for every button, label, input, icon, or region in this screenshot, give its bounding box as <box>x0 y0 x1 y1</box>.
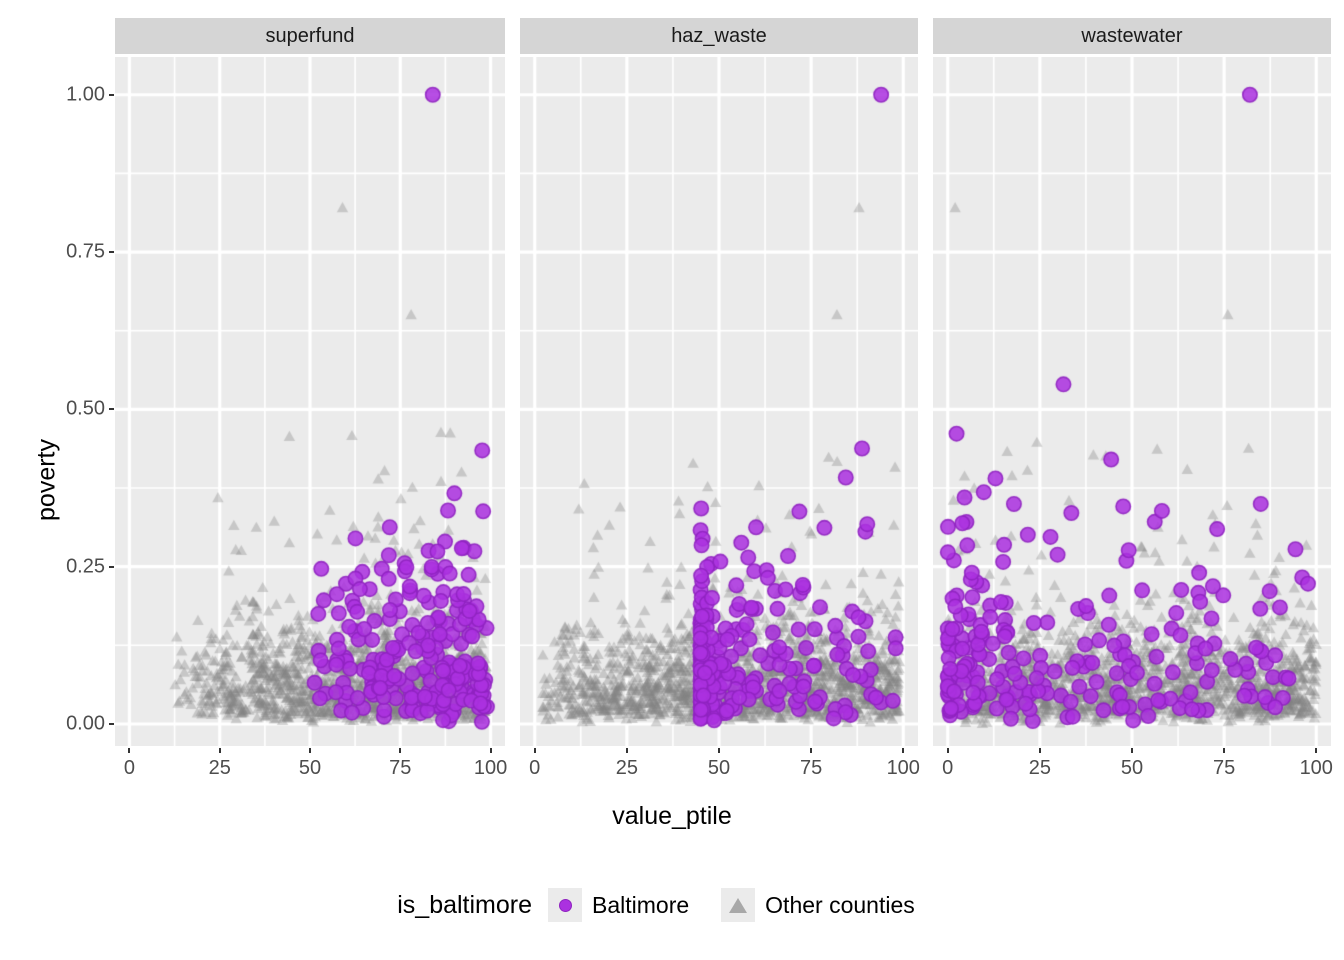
x-axis-tick-mark <box>309 748 311 753</box>
facet-panel-haz-waste <box>520 57 918 746</box>
y-axis-tick-label: 0.00 <box>66 712 105 735</box>
legend-label-other-counties: Other counties <box>765 891 915 918</box>
legend: is_baltimore Baltimore Other counties <box>0 888 1344 922</box>
x-axis-tick-mark <box>1038 748 1041 753</box>
x-axis-tick-mark <box>218 748 221 753</box>
scatter-points-canvas <box>933 57 1331 746</box>
x-axis-tick-label: 100 <box>1299 757 1333 779</box>
facet-strip-label: haz_waste <box>671 24 767 47</box>
y-axis-tick-mark <box>109 251 114 254</box>
x-axis-tick-mark <box>399 748 402 753</box>
legend-label-baltimore: Baltimore <box>592 891 690 918</box>
y-axis-tick-label: 0.50 <box>66 397 105 420</box>
legend-item-other-counties[interactable]: Other counties <box>721 888 939 922</box>
facet-strip-label: wastewater <box>1081 24 1183 47</box>
x-axis-tick-mark <box>625 748 628 753</box>
legend-title: is_baltimore <box>397 890 533 919</box>
y-axis-tick-mark <box>109 408 114 411</box>
x-axis-tick-label: 100 <box>473 757 508 779</box>
x-axis-tick-label: 0 <box>123 757 135 779</box>
y-axis-tick-mark <box>109 93 114 96</box>
x-axis-tick-mark <box>1315 748 1318 753</box>
x-axis-tick-label: 0 <box>529 757 541 779</box>
x-axis-tick-label: 75 <box>1213 757 1236 779</box>
x-axis-tick-label: 50 <box>1120 757 1144 779</box>
scatter-points-canvas <box>115 57 505 746</box>
facet-strip-haz-waste: haz_waste <box>520 18 918 54</box>
x-axis-tick-label: 50 <box>298 757 322 779</box>
y-axis-tick-mark <box>109 722 114 725</box>
x-axis-tick-mark <box>810 748 813 753</box>
triangle-icon <box>729 897 748 913</box>
x-axis-tick-label: 100 <box>886 757 920 779</box>
x-axis-tick-label: 0 <box>942 757 954 779</box>
x-axis-tick-mark <box>1223 748 1226 753</box>
x-axis-tick-label: 25 <box>1028 757 1051 779</box>
legend-item-baltimore[interactable]: Baltimore <box>548 888 713 922</box>
legend-key-triangle <box>721 888 756 922</box>
x-axis-title: value_ptile <box>612 802 732 830</box>
y-axis-tick-label: 0.75 <box>66 240 105 263</box>
x-axis-tick-mark <box>1131 748 1133 753</box>
scatter-points-canvas <box>520 57 918 746</box>
x-axis-tick-label: 50 <box>707 757 731 779</box>
x-axis-tick-mark <box>902 748 905 753</box>
x-axis-tick-label: 25 <box>208 757 231 779</box>
x-axis-tick-mark <box>489 748 492 753</box>
x-axis-tick-label: 75 <box>389 757 412 779</box>
circle-icon <box>558 898 572 912</box>
legend-key-circle <box>548 888 583 922</box>
y-axis-tick-mark <box>109 565 114 568</box>
facet-panel-wastewater <box>933 57 1331 746</box>
y-axis-tick-label: 0.25 <box>66 555 105 578</box>
facet-panel-superfund <box>115 57 505 746</box>
x-axis-tick-label: 25 <box>615 757 638 779</box>
facet-strip-label: superfund <box>265 24 355 47</box>
x-axis-tick-mark <box>718 748 720 753</box>
facet-strip-superfund: superfund <box>115 18 505 54</box>
x-axis-tick-mark <box>946 748 949 753</box>
y-axis-title: poverty <box>32 439 61 521</box>
scatter-plot-figure: poverty value_ptile 0.00 0.25 0.50 0.75 1.00… <box>0 0 1344 960</box>
x-axis-tick-mark <box>128 748 131 753</box>
x-axis-tick-mark <box>533 748 536 753</box>
y-axis-tick-label: 1.00 <box>66 83 105 106</box>
x-axis-tick-label: 75 <box>800 757 823 779</box>
facet-strip-wastewater: wastewater <box>933 18 1331 54</box>
